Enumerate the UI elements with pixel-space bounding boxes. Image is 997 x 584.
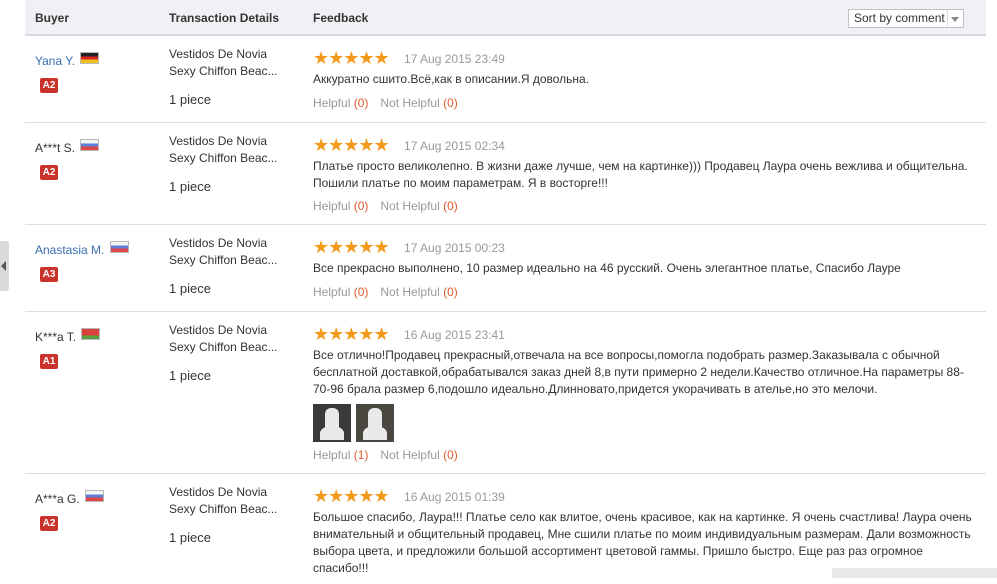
feedback-date: 17 Aug 2015 23:49 bbox=[404, 52, 505, 66]
column-header-buyer: Buyer bbox=[35, 11, 70, 25]
not-helpful-count: (0) bbox=[443, 199, 458, 213]
sort-select[interactable]: Sort by comment bbox=[848, 9, 964, 28]
russia-flag-icon bbox=[109, 241, 129, 253]
vote-bar: Helpful (0) Not Helpful (0) bbox=[313, 199, 458, 213]
buyer-level-badge: A2 bbox=[40, 165, 58, 180]
photo-gallery bbox=[313, 404, 977, 445]
feedback-content: ★★★★★ 17 Aug 2015 23:49 Аккуратно сшито.… bbox=[313, 48, 977, 88]
feedback-date: 16 Aug 2015 01:39 bbox=[404, 490, 505, 504]
buyer-name: A***a G. bbox=[35, 492, 80, 506]
not-helpful-button[interactable]: Not Helpful (0) bbox=[380, 199, 457, 213]
helpful-count: (1) bbox=[353, 448, 369, 462]
feedback-text: Все прекрасно выполнено, 10 размер идеал… bbox=[313, 261, 901, 275]
feedback-content: ★★★★★ 16 Aug 2015 23:41 Все отлично!Прод… bbox=[313, 324, 977, 445]
review-photo-thumbnail[interactable] bbox=[313, 404, 351, 442]
feedback-content: ★★★★★ 16 Aug 2015 01:39 Большое спасибо,… bbox=[313, 486, 977, 577]
star-rating-icon: ★★★★★ bbox=[313, 237, 390, 257]
buyer-name: A***t S. bbox=[35, 141, 76, 155]
feedback-text: Аккуратно сшито.Всё,как в описании.Я дов… bbox=[313, 72, 590, 86]
vote-bar: Helpful (0) Not Helpful (0) bbox=[313, 285, 458, 299]
review-row: Yana Y. A2 Vestidos De Novia Sexy Chiffo… bbox=[25, 36, 986, 123]
feedback-date: 16 Aug 2015 23:41 bbox=[404, 328, 505, 342]
product-name-line1: Vestidos De Novia bbox=[169, 485, 268, 499]
not-helpful-count: (0) bbox=[443, 448, 458, 462]
buyer-cell: A***a G. bbox=[35, 490, 105, 506]
buyer-level-badge: A2 bbox=[40, 516, 58, 531]
product-name-line2: Sexy Chiffon Beac... bbox=[169, 64, 278, 78]
russia-flag-icon bbox=[85, 490, 105, 502]
table-header: Buyer Transaction Details Feedback Sort … bbox=[25, 0, 986, 36]
transaction-product[interactable]: Vestidos De Novia Sexy Chiffon Beac... bbox=[169, 133, 289, 167]
buyer-level-badge: A2 bbox=[40, 78, 58, 93]
buyer-cell: Yana Y. bbox=[35, 52, 100, 68]
star-rating-icon: ★★★★★ bbox=[313, 486, 390, 506]
product-name-line2: Sexy Chiffon Beac... bbox=[169, 502, 278, 516]
helpful-button[interactable]: Helpful (1) bbox=[313, 448, 368, 462]
product-quantity: 1 piece bbox=[169, 368, 211, 383]
not-helpful-button[interactable]: Not Helpful (0) bbox=[380, 448, 457, 462]
feedback-date: 17 Aug 2015 00:23 bbox=[404, 241, 505, 255]
helpful-button[interactable]: Helpful (0) bbox=[313, 199, 368, 213]
review-photo-thumbnail[interactable] bbox=[356, 404, 394, 442]
review-row: Anastasia M. A3 Vestidos De Novia Sexy C… bbox=[25, 225, 986, 312]
russia-flag-icon bbox=[80, 139, 100, 151]
buyer-cell: Anastasia M. bbox=[35, 241, 129, 257]
feedback-table: Buyer Transaction Details Feedback Sort … bbox=[25, 0, 986, 584]
column-header-feedback: Feedback bbox=[313, 11, 369, 25]
feedback-content: ★★★★★ 17 Aug 2015 00:23 Все прекрасно вы… bbox=[313, 237, 977, 277]
star-rating-icon: ★★★★★ bbox=[313, 324, 390, 344]
page-footer-edge bbox=[832, 568, 997, 578]
belarus-flag-icon bbox=[81, 328, 101, 340]
product-quantity: 1 piece bbox=[169, 281, 211, 296]
helpful-button[interactable]: Helpful (0) bbox=[313, 285, 368, 299]
product-name-line2: Sexy Chiffon Beac... bbox=[169, 151, 278, 165]
product-name-line1: Vestidos De Novia bbox=[169, 47, 268, 61]
product-name-line1: Vestidos De Novia bbox=[169, 134, 268, 148]
transaction-product[interactable]: Vestidos De Novia Sexy Chiffon Beac... bbox=[169, 235, 289, 269]
product-name-line2: Sexy Chiffon Beac... bbox=[169, 340, 278, 354]
chevron-down-icon bbox=[947, 10, 963, 27]
review-row: K***a T. A1 Vestidos De Novia Sexy Chiff… bbox=[25, 312, 986, 474]
feedback-text: Все отлично!Продавец прекрасный,отвечала… bbox=[313, 348, 964, 396]
helpful-count: (0) bbox=[353, 285, 369, 299]
feedback-content: ★★★★★ 17 Aug 2015 02:34 Платье просто ве… bbox=[313, 135, 977, 192]
buyer-name-link[interactable]: Anastasia M. bbox=[35, 243, 104, 257]
chevron-left-icon bbox=[1, 261, 6, 271]
helpful-count: (0) bbox=[353, 199, 369, 213]
buyer-cell: A***t S. bbox=[35, 139, 100, 155]
buyer-cell: K***a T. bbox=[35, 328, 101, 344]
product-quantity: 1 piece bbox=[169, 530, 211, 545]
side-panel-toggle[interactable] bbox=[0, 241, 9, 291]
product-name-line1: Vestidos De Novia bbox=[169, 236, 268, 250]
buyer-name-link[interactable]: Yana Y. bbox=[35, 54, 75, 68]
product-quantity: 1 piece bbox=[169, 179, 211, 194]
vote-bar: Helpful (0) Not Helpful (0) bbox=[313, 96, 458, 110]
not-helpful-button[interactable]: Not Helpful (0) bbox=[380, 285, 457, 299]
product-name-line2: Sexy Chiffon Beac... bbox=[169, 253, 278, 267]
feedback-text: Платье просто великолепно. В жизни даже … bbox=[313, 159, 968, 190]
helpful-count: (0) bbox=[353, 96, 369, 110]
not-helpful-button[interactable]: Not Helpful (0) bbox=[380, 96, 457, 110]
review-row: A***t S. A2 Vestidos De Novia Sexy Chiff… bbox=[25, 123, 986, 225]
buyer-level-badge: A3 bbox=[40, 267, 58, 282]
buyer-level-badge: A1 bbox=[40, 354, 58, 369]
star-rating-icon: ★★★★★ bbox=[313, 48, 390, 68]
transaction-product[interactable]: Vestidos De Novia Sexy Chiffon Beac... bbox=[169, 46, 289, 80]
germany-flag-icon bbox=[80, 52, 100, 64]
buyer-name: K***a T. bbox=[35, 330, 77, 344]
sort-select-value: Sort by comment bbox=[854, 11, 945, 25]
not-helpful-count: (0) bbox=[443, 96, 458, 110]
column-header-transaction: Transaction Details bbox=[169, 11, 280, 25]
feedback-date: 17 Aug 2015 02:34 bbox=[404, 139, 505, 153]
transaction-product[interactable]: Vestidos De Novia Sexy Chiffon Beac... bbox=[169, 322, 289, 356]
feedback-text: Большое спасибо, Лаура!!! Платье село ка… bbox=[313, 510, 972, 575]
not-helpful-count: (0) bbox=[443, 285, 458, 299]
product-name-line1: Vestidos De Novia bbox=[169, 323, 268, 337]
helpful-button[interactable]: Helpful (0) bbox=[313, 96, 368, 110]
star-rating-icon: ★★★★★ bbox=[313, 135, 390, 155]
product-quantity: 1 piece bbox=[169, 92, 211, 107]
transaction-product[interactable]: Vestidos De Novia Sexy Chiffon Beac... bbox=[169, 484, 289, 518]
vote-bar: Helpful (1) Not Helpful (0) bbox=[313, 448, 458, 462]
